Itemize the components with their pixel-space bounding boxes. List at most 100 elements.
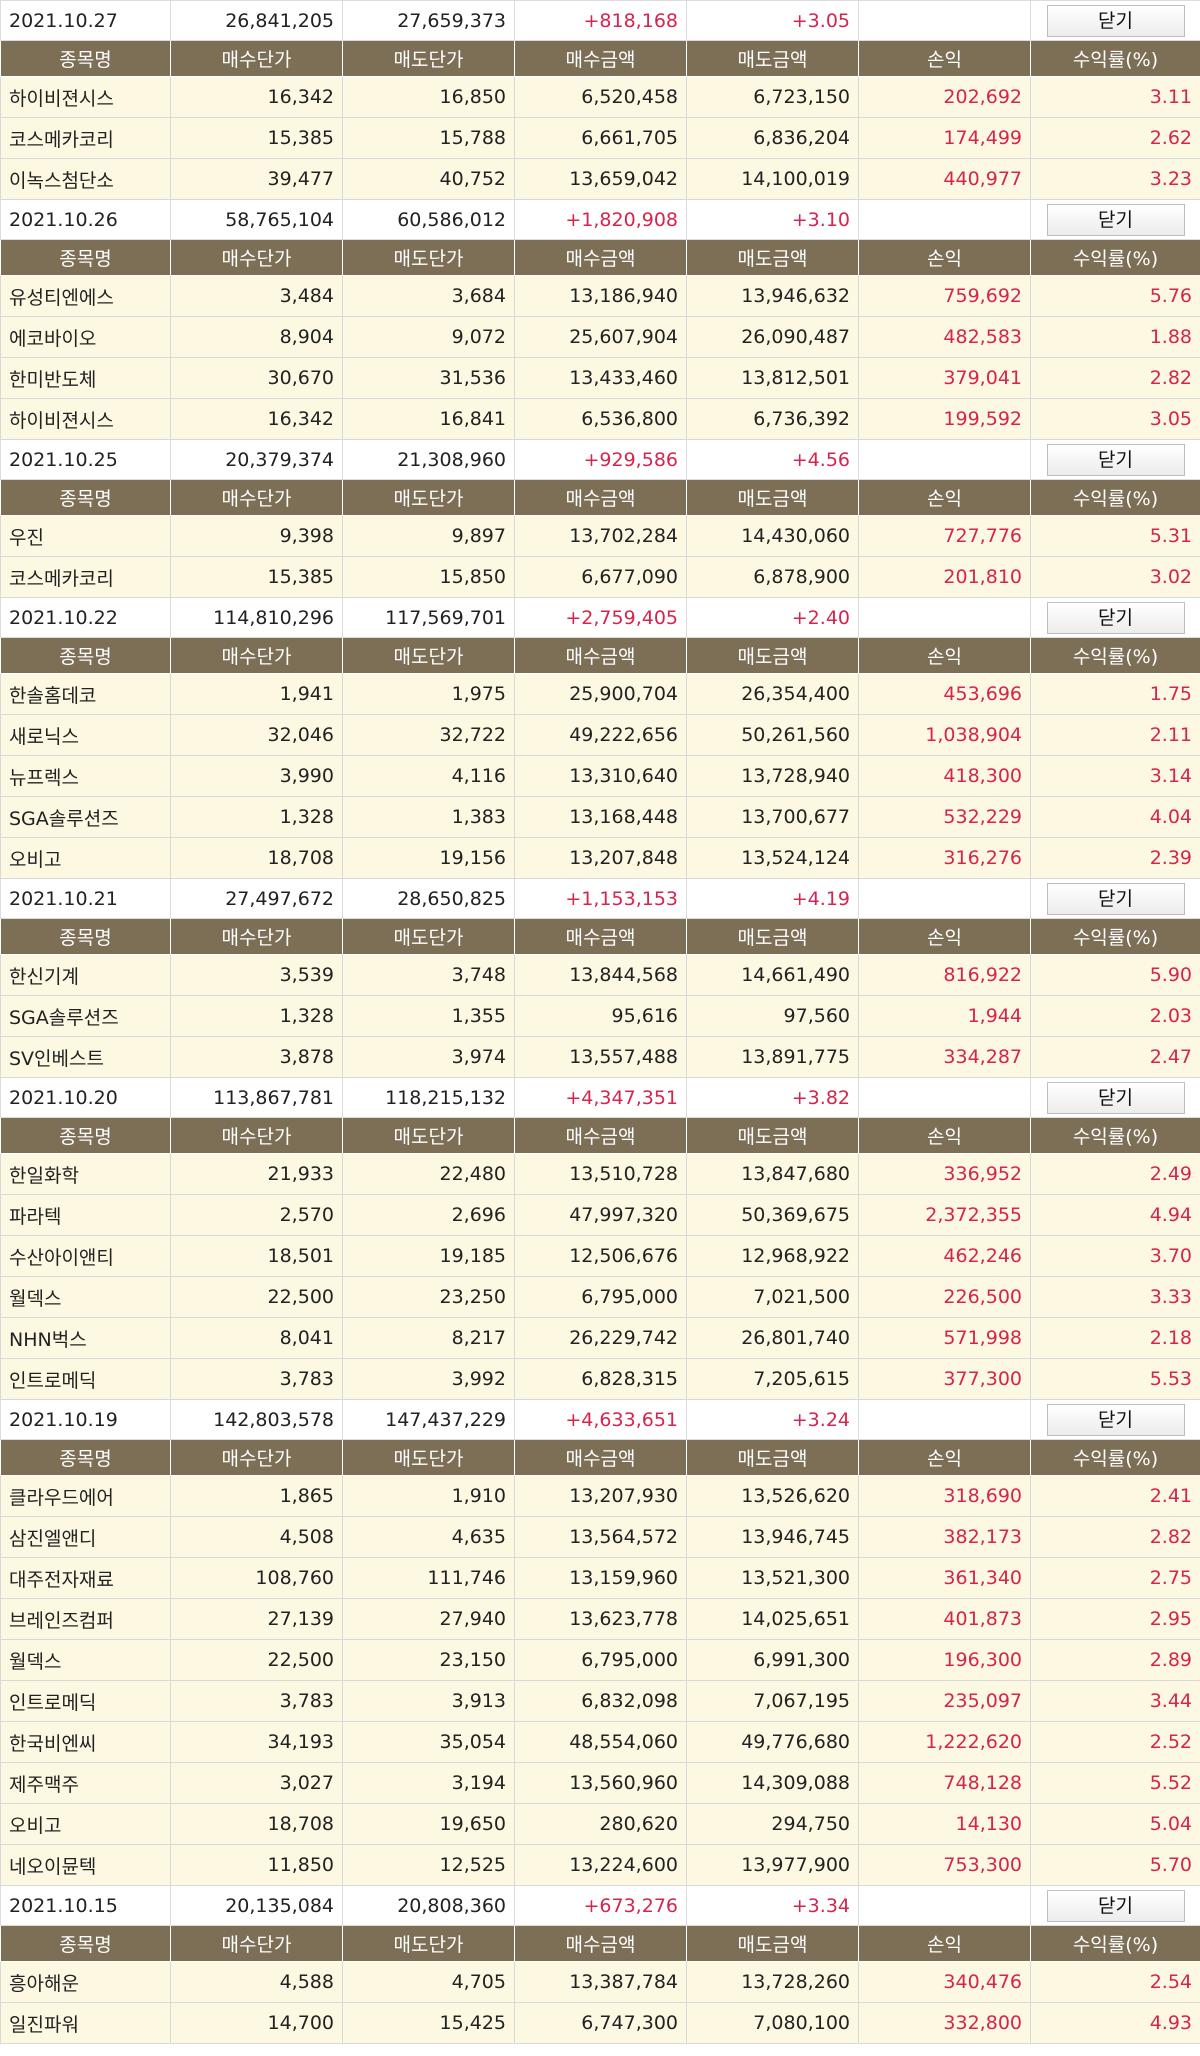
stock-name-cell: SGA솔루션즈 bbox=[0, 796, 171, 838]
close-button[interactable]: 닫기 bbox=[1046, 882, 1185, 915]
sell-price-cell: 35,054 bbox=[342, 1721, 515, 1763]
column-header-row: 종목명 매수단가 매도단가 매수금액 매도금액 손익 수익률(%) bbox=[0, 918, 1200, 955]
profit-cell: 440,977 bbox=[858, 158, 1031, 200]
buy-amount-cell: 95,616 bbox=[514, 995, 687, 1037]
column-header-profit: 손익 bbox=[858, 1439, 1031, 1476]
close-button[interactable]: 닫기 bbox=[1046, 601, 1185, 634]
stock-name-cell: 삼진엘앤디 bbox=[0, 1516, 171, 1558]
stock-name-cell: 일진파워 bbox=[0, 2002, 171, 2044]
column-header-return-rate: 수익률(%) bbox=[1030, 637, 1200, 674]
sell-amount-cell: 13,526,620 bbox=[686, 1475, 859, 1517]
stock-row: 유성티엔에스 3,484 3,684 13,186,940 13,946,632 759,… bbox=[0, 275, 1200, 317]
stock-name-cell: 코스메카코리 bbox=[0, 556, 171, 598]
buy-amount-cell: 6,520,458 bbox=[514, 76, 687, 118]
column-header-profit: 손익 bbox=[858, 479, 1031, 516]
return-rate-cell: 3.33 bbox=[1030, 1276, 1200, 1318]
trade-date: 2021.10.19 bbox=[0, 1399, 171, 1440]
close-button[interactable]: 닫기 bbox=[1046, 4, 1185, 37]
sell-amount-cell: 13,847,680 bbox=[686, 1153, 859, 1195]
profit-cell: 453,696 bbox=[858, 673, 1031, 715]
stock-row: 파라텍 2,570 2,696 47,997,320 50,369,675 2,372,3… bbox=[0, 1194, 1200, 1236]
sell-price-cell: 9,072 bbox=[342, 316, 515, 358]
return-rate-cell: 5.76 bbox=[1030, 275, 1200, 317]
day-summary-row: 2021.10.21 27,497,672 28,650,825 +1,153,153… bbox=[0, 878, 1200, 919]
buy-amount-cell: 13,387,784 bbox=[514, 1961, 687, 2003]
sell-price-cell: 3,684 bbox=[342, 275, 515, 317]
buy-amount-cell: 13,702,284 bbox=[514, 515, 687, 557]
sell-amount-cell: 26,354,400 bbox=[686, 673, 859, 715]
column-header-stock-name: 종목명 bbox=[0, 479, 171, 516]
sell-price-cell: 23,150 bbox=[342, 1639, 515, 1681]
stock-name-cell: 이녹스첨단소 bbox=[0, 158, 171, 200]
buy-price-cell: 14,700 bbox=[170, 2002, 343, 2044]
return-rate-cell: 3.05 bbox=[1030, 398, 1200, 440]
trade-table: 2021.10.27 26,841,205 27,659,373 +818,168 +3… bbox=[0, 0, 1200, 2044]
stock-name-cell: 제주맥주 bbox=[0, 1762, 171, 1804]
stock-name-cell: 새로닉스 bbox=[0, 714, 171, 756]
stock-row: SGA솔루션즈 1,328 1,355 95,616 97,560 1,944 2.03 bbox=[0, 995, 1200, 1037]
total-sell-amount: 21,308,960 bbox=[342, 439, 515, 480]
column-header-sell-amount: 매도금액 bbox=[686, 40, 859, 77]
buy-amount-cell: 13,564,572 bbox=[514, 1516, 687, 1558]
buy-price-cell: 3,878 bbox=[170, 1036, 343, 1078]
buy-price-cell: 4,508 bbox=[170, 1516, 343, 1558]
column-header-stock-name: 종목명 bbox=[0, 1439, 171, 1476]
sell-price-cell: 3,913 bbox=[342, 1680, 515, 1722]
stock-row: NHN벅스 8,041 8,217 26,229,742 26,801,740 571,9… bbox=[0, 1317, 1200, 1359]
buy-amount-cell: 6,828,315 bbox=[514, 1358, 687, 1400]
empty-cell bbox=[858, 1885, 1031, 1926]
stock-name-cell: 인트로메딕 bbox=[0, 1358, 171, 1400]
stock-name-cell: 한신기계 bbox=[0, 954, 171, 996]
close-cell: 닫기 bbox=[1030, 597, 1200, 638]
close-button[interactable]: 닫기 bbox=[1046, 203, 1185, 236]
sell-price-cell: 2,696 bbox=[342, 1194, 515, 1236]
close-button[interactable]: 닫기 bbox=[1046, 1081, 1185, 1114]
close-button[interactable]: 닫기 bbox=[1046, 443, 1185, 476]
stock-row: 우진 9,398 9,897 13,702,284 14,430,060 727,776 5… bbox=[0, 515, 1200, 557]
buy-price-cell: 18,501 bbox=[170, 1235, 343, 1277]
sell-amount-cell: 13,812,501 bbox=[686, 357, 859, 399]
column-header-profit: 손익 bbox=[858, 1117, 1031, 1154]
day-summary-row: 2021.10.27 26,841,205 27,659,373 +818,168 +3… bbox=[0, 0, 1200, 41]
total-profit: +4,347,351 bbox=[514, 1077, 687, 1118]
buy-amount-cell: 49,222,656 bbox=[514, 714, 687, 756]
buy-price-cell: 18,708 bbox=[170, 1803, 343, 1845]
column-header-profit: 손익 bbox=[858, 40, 1031, 77]
profit-cell: 14,130 bbox=[858, 1803, 1031, 1845]
total-sell-amount: 60,586,012 bbox=[342, 199, 515, 240]
column-header-sell-amount: 매도금액 bbox=[686, 1925, 859, 1962]
column-header-buy-price: 매수단가 bbox=[170, 239, 343, 276]
buy-price-cell: 15,385 bbox=[170, 556, 343, 598]
sell-price-cell: 1,975 bbox=[342, 673, 515, 715]
column-header-row: 종목명 매수단가 매도단가 매수금액 매도금액 손익 수익률(%) bbox=[0, 1439, 1200, 1476]
profit-cell: 532,229 bbox=[858, 796, 1031, 838]
profit-cell: 482,583 bbox=[858, 316, 1031, 358]
buy-price-cell: 3,484 bbox=[170, 275, 343, 317]
buy-price-cell: 108,760 bbox=[170, 1557, 343, 1599]
sell-price-cell: 3,992 bbox=[342, 1358, 515, 1400]
stock-row: 오비고 18,708 19,156 13,207,848 13,524,124 316,2… bbox=[0, 837, 1200, 879]
stock-name-cell: 브레인즈컴퍼 bbox=[0, 1598, 171, 1640]
stock-row: 월덱스 22,500 23,150 6,795,000 6,991,300 196,300… bbox=[0, 1639, 1200, 1681]
buy-price-cell: 18,708 bbox=[170, 837, 343, 879]
buy-price-cell: 3,027 bbox=[170, 1762, 343, 1804]
stock-row: 한미반도체 30,670 31,536 13,433,460 13,812,501 379… bbox=[0, 357, 1200, 399]
column-header-profit: 손익 bbox=[858, 918, 1031, 955]
buy-price-cell: 22,500 bbox=[170, 1276, 343, 1318]
empty-cell bbox=[858, 597, 1031, 638]
day-summary-row: 2021.10.15 20,135,084 20,808,360 +673,276 +3… bbox=[0, 1885, 1200, 1926]
trade-history-list: 2021.10.27 26,841,205 27,659,373 +818,168 +3… bbox=[0, 0, 1200, 2044]
close-button[interactable]: 닫기 bbox=[1046, 1403, 1185, 1436]
sell-amount-cell: 7,067,195 bbox=[686, 1680, 859, 1722]
total-buy-amount: 142,803,578 bbox=[170, 1399, 343, 1440]
column-header-sell-price: 매도단가 bbox=[342, 918, 515, 955]
sell-amount-cell: 13,891,775 bbox=[686, 1036, 859, 1078]
return-rate-cell: 4.04 bbox=[1030, 796, 1200, 838]
close-button[interactable]: 닫기 bbox=[1046, 1889, 1185, 1922]
sell-price-cell: 27,940 bbox=[342, 1598, 515, 1640]
sell-amount-cell: 6,878,900 bbox=[686, 556, 859, 598]
return-rate-cell: 2.54 bbox=[1030, 1961, 1200, 2003]
column-header-row: 종목명 매수단가 매도단가 매수금액 매도금액 손익 수익률(%) bbox=[0, 1925, 1200, 1962]
sell-amount-cell: 14,661,490 bbox=[686, 954, 859, 996]
stock-row: 제주맥주 3,027 3,194 13,560,960 14,309,088 748,12… bbox=[0, 1762, 1200, 1804]
